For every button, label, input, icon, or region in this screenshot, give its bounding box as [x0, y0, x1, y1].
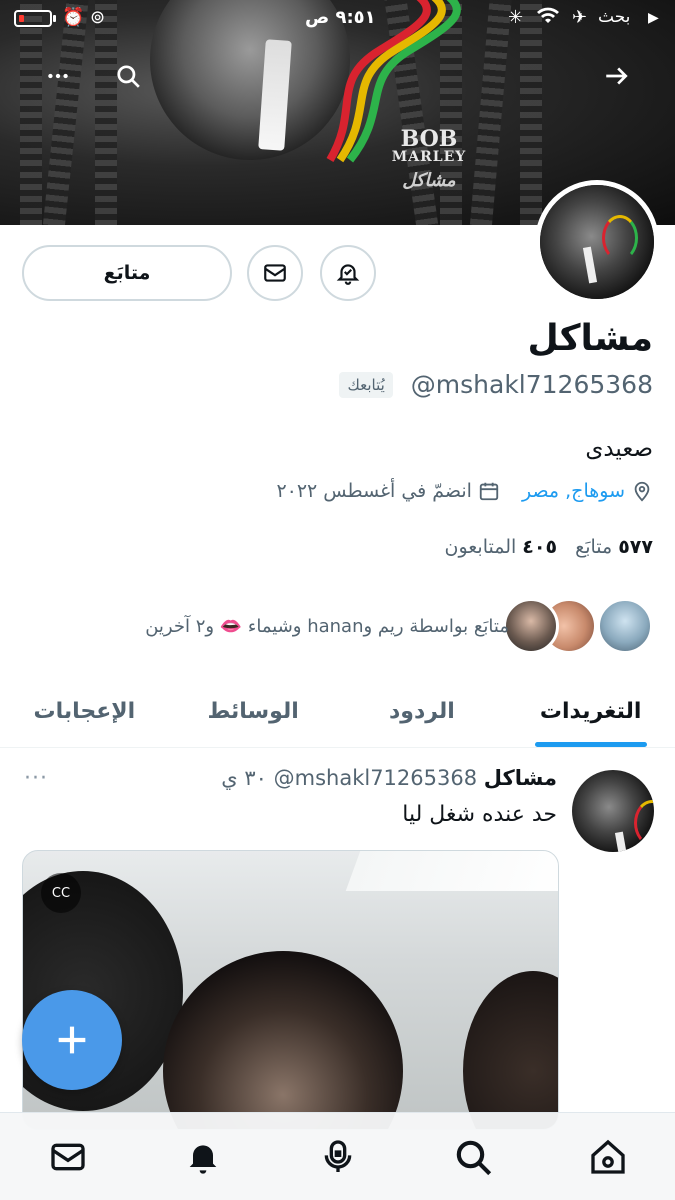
tweet-author-handle: @mshakl71265368	[273, 766, 478, 790]
bell-check-icon	[336, 264, 360, 285]
tweet-author-name[interactable]: مشاكل	[484, 766, 557, 790]
profile-tabs: التغريدات الردود الوسائط الإعجابات	[0, 676, 675, 748]
follow-counts: ٥٧٧متابَع ٤٠٥المتابعون	[444, 536, 653, 558]
hidden-caption-icon[interactable]: CC	[41, 873, 81, 913]
tweet-time: ٣٠ ي	[221, 766, 267, 790]
back-arrow-icon[interactable]	[596, 56, 636, 96]
nav-spaces[interactable]	[308, 1127, 368, 1187]
nav-home[interactable]	[578, 1127, 638, 1187]
bell-icon	[189, 1144, 216, 1174]
search-icon	[456, 1140, 491, 1175]
back-to-app-icon[interactable]: ▶	[648, 10, 659, 26]
wifi-icon	[536, 7, 560, 30]
message-button[interactable]	[247, 245, 303, 301]
profile-name: مشاكل	[527, 318, 653, 359]
profile-handle: @mshakl71265368	[410, 370, 653, 399]
follower-avatars	[503, 598, 653, 654]
home-icon	[590, 1139, 625, 1174]
bottom-navigation	[0, 1112, 675, 1200]
handle-row: @mshakl71265368 يُتابعك	[339, 370, 653, 399]
location-pin-icon	[634, 481, 650, 502]
followers-you-know[interactable]: متابَع بواسطة ريم وhanan وشيماء 👄 و٢ آخر…	[145, 598, 653, 654]
follows-you-badge: يُتابعك	[339, 371, 393, 398]
tab-replies[interactable]: الردود	[338, 676, 507, 747]
followers-you-know-text: متابَع بواسطة ريم وhanan وشيماء 👄 و٢ آخر…	[145, 615, 509, 637]
nav-notifications[interactable]	[173, 1127, 233, 1187]
followers-count[interactable]: ٤٠٥المتابعون	[444, 536, 557, 558]
avatar	[597, 598, 653, 654]
join-date: انضمّ في أغسطس ٢٠٢٢	[276, 480, 500, 502]
banner-logo: BOB MARLEY مشاكل	[391, 126, 467, 191]
mail-icon	[264, 264, 286, 282]
compose-tweet-button[interactable]	[22, 990, 122, 1090]
following-button[interactable]: متابَع	[22, 245, 232, 301]
status-carrier: بحث	[598, 7, 631, 27]
tweet-media[interactable]: CC	[22, 850, 559, 1130]
spaces-microphone-icon	[324, 1139, 351, 1172]
plus-icon	[58, 1026, 86, 1054]
loading-icon: ✳	[508, 7, 524, 28]
tab-tweets[interactable]: التغريدات	[506, 676, 675, 747]
tweet-more-icon[interactable]: ···	[24, 766, 48, 791]
profile-avatar[interactable]	[535, 180, 659, 304]
profile-meta: سوهاج, مصر انضمّ في أغسطس ٢٠٢٢	[276, 480, 653, 502]
mail-icon	[50, 1143, 85, 1170]
alarm-icon: ⏰	[62, 7, 85, 28]
battery-low-icon	[14, 10, 52, 27]
tweet-avatar[interactable]	[572, 770, 654, 852]
location[interactable]: سوهاج, مصر	[522, 480, 653, 502]
nav-search[interactable]	[443, 1127, 503, 1187]
join-date-text: انضمّ في أغسطس ٢٠٢٢	[276, 480, 472, 502]
airplane-icon: ✈	[572, 7, 588, 28]
search-icon[interactable]	[108, 56, 148, 96]
tab-likes[interactable]: الإعجابات	[0, 676, 169, 747]
calendar-icon	[479, 482, 499, 501]
tweet-text: حد عنده شغل ليا	[402, 802, 557, 827]
nav-messages[interactable]	[38, 1127, 98, 1187]
notifications-button[interactable]	[320, 245, 376, 301]
location-text: سوهاج, مصر	[521, 480, 625, 502]
orientation-lock-icon: ⊚	[90, 7, 106, 28]
tweet-header: مشاكل @mshakl71265368 ٣٠ ي	[221, 766, 557, 790]
avatar	[503, 598, 559, 654]
status-time: ٩:٥١ ص	[305, 7, 376, 28]
tab-media[interactable]: الوسائط	[169, 676, 338, 747]
following-count[interactable]: ٥٧٧متابَع	[575, 536, 653, 558]
profile-bio: صعيدى	[585, 436, 653, 462]
more-options-icon[interactable]	[38, 56, 78, 96]
status-bar: ⏰ ⊚ ٩:٥١ ص ✳ ✈ بحث ▶	[0, 0, 675, 38]
